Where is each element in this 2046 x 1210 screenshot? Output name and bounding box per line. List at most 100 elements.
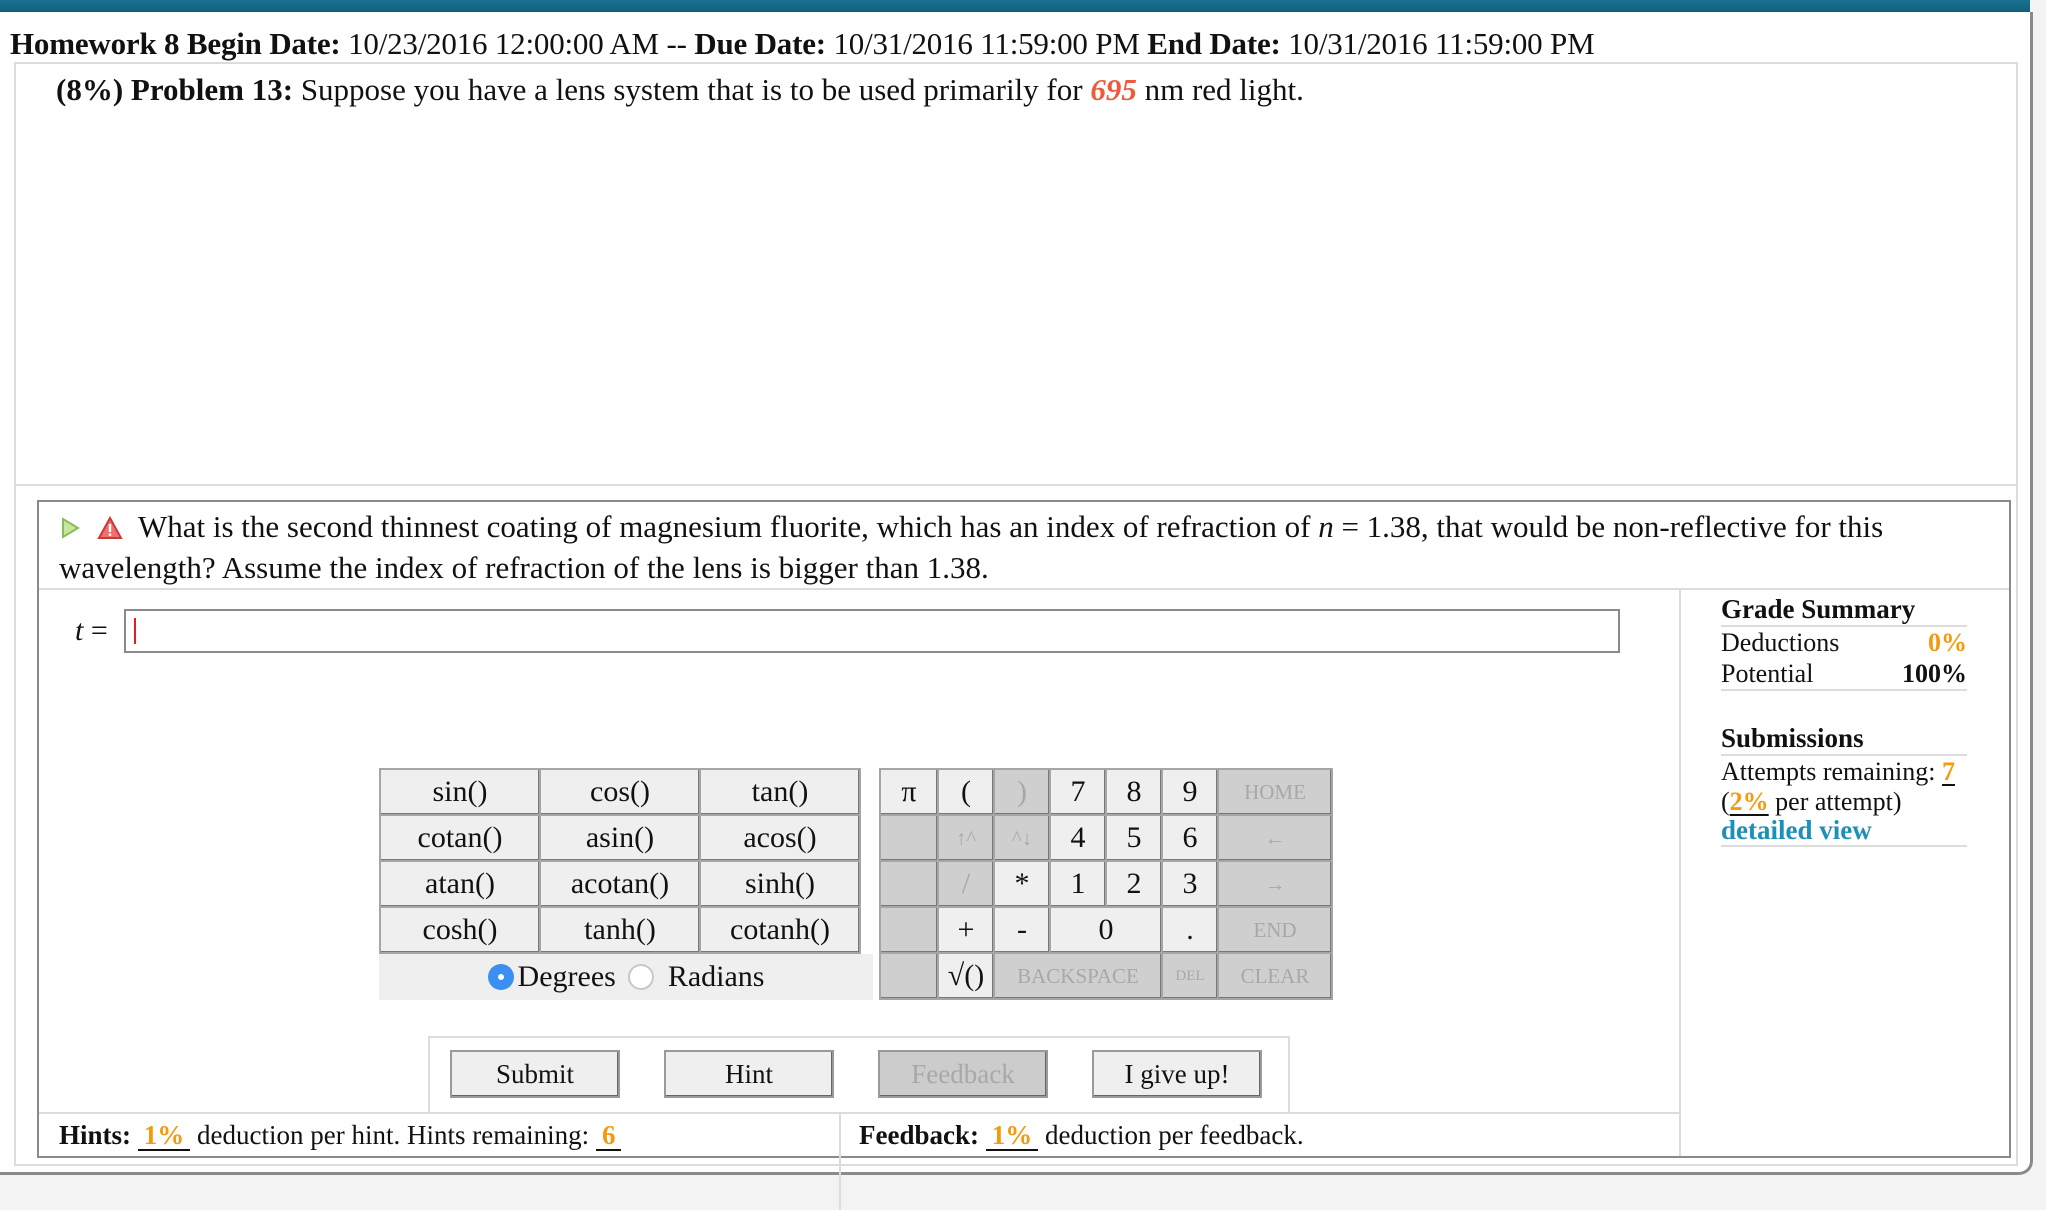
- key-asin[interactable]: asin(): [539, 814, 701, 862]
- radians-radio[interactable]: [627, 964, 654, 990]
- paren: (: [1721, 787, 1730, 816]
- feedback-text: deduction per feedback.: [1044, 1120, 1304, 1150]
- question-text: What is the second thinnest coating of m…: [59, 508, 1989, 587]
- key-3[interactable]: 3: [1161, 860, 1219, 908]
- date-separator: --: [666, 26, 687, 61]
- key-backspace: BACKSPACE: [993, 952, 1163, 1000]
- submit-button[interactable]: Submit: [450, 1050, 620, 1098]
- key-clear: CLEAR: [1217, 952, 1333, 1000]
- key-empty: [879, 906, 939, 954]
- hints-label: Hints:: [59, 1120, 132, 1150]
- question-text-1: What is the second thinnest coating of m…: [137, 509, 1311, 544]
- problem-text-before: Suppose you have a lens system that is t…: [300, 72, 1083, 107]
- radians-label[interactable]: Radians: [668, 960, 765, 994]
- key-cosh[interactable]: cosh(): [379, 906, 541, 954]
- potential-label: Potential: [1721, 659, 1814, 688]
- key-open-paren[interactable]: (: [937, 768, 995, 816]
- per-attempt-text: per attempt): [1775, 787, 1902, 816]
- hints-info: Hints: 1% deduction per hint. Hints rema…: [59, 1120, 622, 1151]
- submissions-title: Submissions: [1721, 723, 1967, 756]
- key-tanh[interactable]: tanh(): [539, 906, 701, 954]
- key-8[interactable]: 8: [1105, 768, 1163, 816]
- deductions-label: Deductions: [1721, 628, 1840, 657]
- key-sqrt[interactable]: √(): [937, 952, 995, 1000]
- feedback-deduction: 1%: [985, 1121, 1039, 1151]
- end-date-value: 10/31/2016 11:59:00 PM: [1288, 26, 1595, 61]
- give-up-button[interactable]: I give up!: [1092, 1050, 1262, 1098]
- play-arrow-icon[interactable]: [59, 511, 81, 549]
- assignment-header: Homework 8 Begin Date: 10/23/2016 12:00:…: [10, 26, 1595, 62]
- problem-weight: (8%): [56, 72, 124, 107]
- warning-icon: [97, 511, 123, 549]
- deductions-row: Deductions 0%: [1721, 627, 1967, 658]
- key-7[interactable]: 7: [1049, 768, 1107, 816]
- due-date-value: 10/31/2016 11:59:00 PM: [833, 26, 1140, 61]
- hint-button[interactable]: Hint: [664, 1050, 834, 1098]
- potential-row: Potential 100%: [1721, 658, 1967, 691]
- key-1[interactable]: 1: [1049, 860, 1107, 908]
- key-del: DEL: [1161, 952, 1219, 1000]
- key-0[interactable]: 0: [1049, 906, 1163, 954]
- feedback-label: Feedback:: [859, 1120, 979, 1150]
- attempts-remaining: Attempts remaining: 7: [1721, 756, 1967, 787]
- degrees-radio[interactable]: [487, 964, 514, 990]
- assignment-name: Homework 8: [10, 26, 180, 61]
- key-multiply[interactable]: *: [993, 860, 1051, 908]
- key-tan[interactable]: tan(): [699, 768, 861, 816]
- key-empty: [879, 952, 939, 1000]
- top-bar: [0, 0, 2030, 12]
- key-2[interactable]: 2: [1105, 860, 1163, 908]
- key-pi[interactable]: π: [879, 768, 939, 816]
- key-decimal[interactable]: .: [1161, 906, 1219, 954]
- attempts-label: Attempts remaining:: [1721, 757, 1936, 786]
- answer-input[interactable]: [124, 609, 1620, 653]
- key-6[interactable]: 6: [1161, 814, 1219, 862]
- hints-text: deduction per hint. Hints remaining:: [197, 1120, 590, 1150]
- begin-date-label: Begin Date:: [186, 26, 341, 61]
- key-cos[interactable]: cos(): [539, 768, 701, 816]
- key-5[interactable]: 5: [1105, 814, 1163, 862]
- due-date-label: Due Date:: [694, 26, 826, 61]
- key-home: HOME: [1217, 768, 1333, 816]
- key-end: END: [1217, 906, 1333, 954]
- key-9[interactable]: 9: [1161, 768, 1219, 816]
- key-up-arrow: ↑^: [937, 814, 995, 862]
- answer-equals: =: [90, 614, 108, 647]
- question-box: What is the second thinnest coating of m…: [37, 500, 2011, 1210]
- key-down-arrow: ^↓: [993, 814, 1051, 862]
- hints-remaining: 6: [595, 1121, 622, 1151]
- key-4[interactable]: 4: [1049, 814, 1107, 862]
- text-caret: [134, 618, 136, 644]
- key-plus[interactable]: +: [937, 906, 995, 954]
- attempts-value: 7: [1941, 757, 1955, 786]
- wavelength-variable: 695: [1090, 72, 1137, 107]
- key-minus[interactable]: -: [993, 906, 1051, 954]
- key-acos[interactable]: acos(): [699, 814, 861, 862]
- problem-number: Problem 13:: [130, 72, 294, 107]
- grade-panel: Grade Summary Deductions 0% Potential 10…: [1679, 590, 2011, 1156]
- potential-value: 100%: [1902, 659, 1967, 688]
- angle-mode-selector: Degrees Radians: [379, 954, 873, 1000]
- hint-deduction: 1%: [137, 1121, 191, 1151]
- key-close-paren: ): [993, 768, 1051, 816]
- key-left-arrow: ←: [1217, 814, 1333, 862]
- key-right-arrow: →: [1217, 860, 1333, 908]
- n-variable: n: [1318, 509, 1334, 544]
- key-cotan[interactable]: cotan(): [379, 814, 541, 862]
- degrees-label[interactable]: Degrees: [518, 960, 616, 994]
- function-keypad: sin() cos() tan() cotan() asin() acos() …: [379, 768, 873, 1000]
- answer-variable: t: [75, 614, 84, 647]
- key-cotanh[interactable]: cotanh(): [699, 906, 861, 954]
- key-acotan[interactable]: acotan(): [539, 860, 701, 908]
- problem-container: (8%) Problem 13: Suppose you have a lens…: [14, 62, 2018, 1210]
- problem-text-after: nm red light.: [1144, 72, 1304, 107]
- key-empty: [879, 814, 939, 862]
- grade-summary-title: Grade Summary: [1721, 594, 1967, 627]
- divider: [16, 484, 2016, 486]
- feedback-info: Feedback: 1% deduction per feedback.: [859, 1120, 1304, 1151]
- key-sin[interactable]: sin(): [379, 768, 541, 816]
- key-sinh[interactable]: sinh(): [699, 860, 861, 908]
- numeric-keypad: π ( ) 7 8 9 HOME ↑^ ^↓ 4 5 6 ← / * 1 2 3…: [879, 768, 1333, 1000]
- detailed-view-link[interactable]: detailed view: [1721, 815, 1872, 845]
- key-atan[interactable]: atan(): [379, 860, 541, 908]
